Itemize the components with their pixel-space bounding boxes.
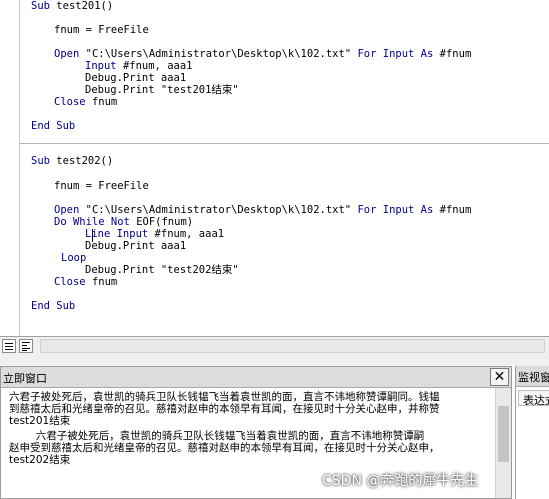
code-line-open[interactable]: Open "C:\Users\Administrator\Desktop\k\1… [54, 204, 471, 216]
path-string: "C:\Users\Administrator\Desktop\k\102.tx… [85, 48, 352, 60]
code-line-sub2-decl[interactable]: Sub test202() [31, 155, 113, 167]
watch-window-titlebar[interactable]: 监视窗口 [516, 366, 549, 387]
code-line-end-sub[interactable]: End Sub [31, 300, 75, 312]
output-line: 到慈禧太后和光绪皇帝的召见。慈禧对赵申的本领早有耳闻，在接见时十分关心赵申，并称… [9, 403, 440, 415]
keyword: Line Input [85, 228, 149, 240]
code-line-fnum[interactable]: fnum = FreeFile [54, 180, 149, 192]
keyword: For Input As [357, 204, 434, 216]
eof-call: EOF(fnum) [136, 216, 194, 228]
keyword: Open [54, 204, 80, 216]
code-line-fnum[interactable]: fnum = FreeFile [54, 24, 149, 36]
sub-name: test202() [56, 155, 114, 167]
procedure-view-icon[interactable] [2, 339, 16, 353]
variable: fnum [91, 276, 118, 288]
code-horizontal-scrollbar[interactable] [40, 339, 545, 353]
pane-splitter[interactable] [0, 356, 549, 366]
close-button[interactable]: ✕ [490, 368, 509, 386]
code-line-debug1[interactable]: Debug.Print aaa1 [85, 240, 186, 252]
output-line: 赵申受到慈禧太后和光绪皇帝的召见。慈禧对赵申的本领早有耳闻，在接见时十分关心赵申… [9, 442, 440, 454]
watch-window[interactable]: 监视窗口 表达式 [515, 366, 549, 499]
view-toolbar [0, 336, 549, 356]
immediate-window-titlebar[interactable]: 立即窗口 ✕ [1, 367, 511, 388]
code-line-do-while[interactable]: Do While Not EOF(fnum) [54, 216, 193, 228]
arguments: #fnum, aaa1 [122, 60, 193, 72]
code-line-sub1-decl[interactable]: Sub test201() [31, 0, 113, 12]
code-line-debug2[interactable]: Debug.Print "test202结束" [85, 264, 239, 276]
keyword: Sub [31, 155, 50, 167]
code-editor[interactable]: Sub test201() fnum = FreeFile Open "C:\U… [0, 0, 549, 336]
watch-window-title: 监视窗口 [518, 371, 549, 384]
code-line-input[interactable]: Input #fnum, aaa1 [85, 60, 192, 72]
keyword: For Input As [357, 48, 434, 60]
code-line-loop[interactable]: Loop [61, 252, 86, 264]
code-line-open[interactable]: Open "C:\Users\Administrator\Desktop\k\1… [54, 48, 471, 60]
procedure-separator [20, 143, 549, 144]
text-caret [92, 229, 93, 242]
expression-column-label: 表达式 [523, 394, 549, 406]
output-line: 六君子被处死后，袁世凯的骑兵卫队长钱韫飞当着袁世凯的面，直言不讳地称赞谭嗣 [9, 430, 425, 442]
watch-column-header[interactable]: 表达式 [518, 390, 549, 406]
code-line-close[interactable]: Close fnum [54, 96, 117, 108]
path-string: "C:\Users\Administrator\Desktop\k\102.tx… [85, 204, 352, 216]
keyword: Input [85, 60, 117, 72]
output-line: test201结束 [9, 415, 71, 427]
immediate-window-title: 立即窗口 [3, 372, 47, 385]
keyword: Close [54, 96, 86, 108]
output-line: 六君子被处死后，袁世凯的骑兵卫队长钱韫飞当着袁世凯的面，直言不讳地称赞谭嗣同。钱… [9, 391, 440, 403]
output-line: test202结束 [9, 454, 71, 466]
variable: fnum [91, 96, 118, 108]
code-margin[interactable] [0, 0, 20, 336]
code-line-close[interactable]: Close fnum [54, 276, 117, 288]
variable: #fnum [439, 48, 472, 60]
full-module-view-icon[interactable] [19, 339, 33, 353]
close-icon: ✕ [493, 369, 506, 385]
keyword: Sub [31, 0, 50, 12]
immediate-vertical-scrollbar[interactable] [495, 388, 511, 498]
keyword: Do While Not [54, 216, 130, 228]
code-line-line-input[interactable]: Line Input #fnum, aaa1 [85, 228, 224, 240]
variable: #fnum [439, 204, 472, 216]
code-line-debug2[interactable]: Debug.Print "test201结束" [85, 84, 239, 96]
sub-name: test201() [56, 0, 114, 12]
watermark: CSDN @奔跑的犀牛先生 [322, 473, 479, 489]
keyword: Open [54, 48, 80, 60]
code-line-debug1[interactable]: Debug.Print aaa1 [85, 72, 186, 84]
scrollbar-thumb[interactable] [498, 406, 509, 462]
keyword: Close [54, 276, 86, 288]
code-line-end-sub[interactable]: End Sub [31, 120, 75, 132]
arguments: #fnum, aaa1 [154, 228, 225, 240]
